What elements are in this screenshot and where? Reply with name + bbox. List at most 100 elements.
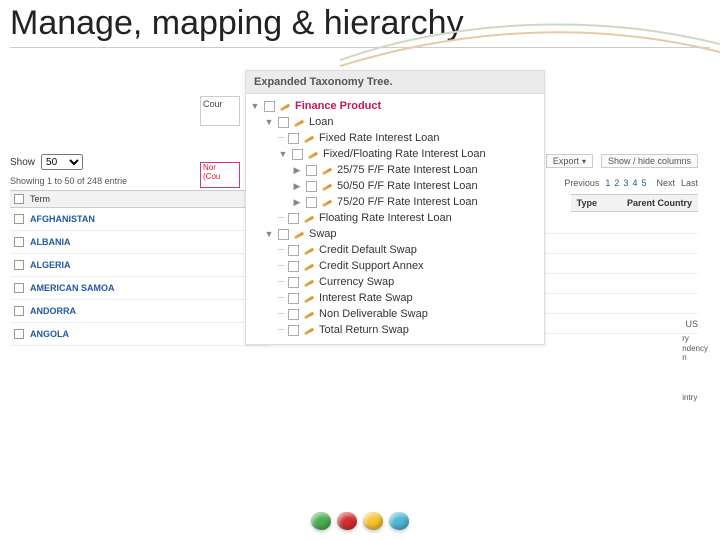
node-checkbox[interactable] bbox=[264, 101, 275, 112]
pencil-icon[interactable] bbox=[293, 228, 305, 240]
row-checkbox[interactable] bbox=[14, 214, 24, 224]
row-checkbox[interactable] bbox=[14, 329, 24, 339]
collapse-icon[interactable]: ▼ bbox=[250, 101, 260, 111]
pencil-icon[interactable] bbox=[279, 100, 291, 112]
pager-page[interactable]: 2 bbox=[614, 178, 619, 188]
pager-page[interactable]: 3 bbox=[623, 178, 628, 188]
term-cell: ANDORRA bbox=[30, 306, 76, 316]
taxonomy-tree-panel: Expanded Taxonomy Tree. ▼ Finance Produc… bbox=[245, 70, 545, 345]
pager-next[interactable]: Next bbox=[656, 178, 675, 188]
pencil-icon[interactable] bbox=[303, 260, 315, 272]
node-label: 50/50 F/F Rate Interest Loan bbox=[337, 180, 478, 192]
export-button[interactable]: Export▾ bbox=[546, 154, 593, 168]
table-row[interactable]: ANGOLA bbox=[10, 323, 270, 346]
pencil-icon[interactable] bbox=[303, 244, 315, 256]
table-row[interactable]: AMERICAN SAMOA bbox=[10, 277, 270, 300]
tree-leaf-dash: ┄ bbox=[278, 213, 284, 224]
tree-leaf-dash: ┄ bbox=[278, 293, 284, 304]
pencil-icon[interactable] bbox=[303, 212, 315, 224]
node-label: Interest Rate Swap bbox=[319, 292, 413, 304]
pencil-icon[interactable] bbox=[293, 116, 305, 128]
table-row[interactable]: ANDORRA bbox=[10, 300, 270, 323]
pager-page[interactable]: 1 bbox=[605, 178, 610, 188]
tree-node[interactable]: ▶ 75/20 F/F Rate Interest Loan bbox=[250, 194, 540, 210]
toggle-icon[interactable]: ▼ bbox=[264, 117, 274, 127]
blob-green bbox=[311, 512, 331, 530]
node-label: Total Return Swap bbox=[319, 324, 409, 336]
node-checkbox[interactable] bbox=[278, 229, 289, 240]
pager-page[interactable]: 5 bbox=[641, 178, 646, 188]
show-select[interactable]: 50 bbox=[41, 154, 83, 170]
table-row[interactable]: AFGHANISTAN bbox=[10, 208, 270, 231]
tree-node[interactable]: ▼Fixed/Floating Rate Interest Loan bbox=[250, 146, 540, 162]
toggle-icon[interactable]: ▼ bbox=[264, 229, 274, 239]
pager-last[interactable]: Last bbox=[681, 178, 698, 188]
pencil-icon[interactable] bbox=[303, 308, 315, 320]
node-checkbox[interactable] bbox=[288, 277, 299, 288]
node-checkbox[interactable] bbox=[288, 133, 299, 144]
node-checkbox[interactable] bbox=[306, 181, 317, 192]
node-checkbox[interactable] bbox=[292, 149, 303, 160]
tree-leaf-dash: ┄ bbox=[278, 261, 284, 272]
node-checkbox[interactable] bbox=[306, 197, 317, 208]
table-row[interactable]: ALBANIA bbox=[10, 231, 270, 254]
header-parent-country: Parent Country bbox=[627, 198, 692, 208]
row-checkbox[interactable] bbox=[14, 283, 24, 293]
row-checkbox[interactable] bbox=[14, 260, 24, 270]
node-checkbox[interactable] bbox=[288, 213, 299, 224]
tree-node[interactable]: ┄ Floating Rate Interest Loan bbox=[250, 210, 540, 226]
table-row[interactable]: ALGERIA bbox=[10, 254, 270, 277]
node-label: Fixed Rate Interest Loan bbox=[319, 132, 439, 144]
entries-summary: Showing 1 to 50 of 248 entrie bbox=[10, 176, 270, 186]
toggle-icon[interactable]: ▶ bbox=[292, 197, 302, 208]
tree-node[interactable]: ┄Total Return Swap bbox=[250, 322, 540, 338]
pencil-icon[interactable] bbox=[321, 196, 333, 208]
tree-node[interactable]: ▼Swap bbox=[250, 226, 540, 242]
content-stage: Cour Nor (Cou Show 50 Showing 1 to 50 of… bbox=[0, 54, 720, 454]
node-checkbox[interactable] bbox=[278, 117, 289, 128]
tree-node[interactable]: ┄Credit Default Swap bbox=[250, 242, 540, 258]
tree-node[interactable]: ┄ Interest Rate Swap bbox=[250, 290, 540, 306]
tree-node[interactable]: ▶ 50/50 F/F Rate Interest Loan bbox=[250, 178, 540, 194]
pencil-icon[interactable] bbox=[303, 292, 315, 304]
node-label: Credit Default Swap bbox=[319, 244, 417, 256]
header-checkbox[interactable] bbox=[14, 194, 24, 204]
node-label: Floating Rate Interest Loan bbox=[319, 212, 452, 224]
pencil-icon[interactable] bbox=[303, 324, 315, 336]
pencil-icon[interactable] bbox=[303, 276, 315, 288]
table-header-row: Term bbox=[10, 190, 270, 208]
tree-root-node[interactable]: ▼ Finance Product bbox=[250, 98, 540, 114]
node-checkbox[interactable] bbox=[288, 261, 299, 272]
node-label: 75/20 F/F Rate Interest Loan bbox=[337, 196, 478, 208]
node-checkbox[interactable] bbox=[288, 245, 299, 256]
pencil-icon[interactable] bbox=[321, 180, 333, 192]
node-checkbox[interactable] bbox=[288, 325, 299, 336]
node-checkbox[interactable] bbox=[306, 165, 317, 176]
node-checkbox[interactable] bbox=[288, 293, 299, 304]
tree-node[interactable]: ┄Currency Swap bbox=[250, 274, 540, 290]
node-checkbox[interactable] bbox=[288, 309, 299, 320]
chevron-down-icon: ▾ bbox=[582, 157, 586, 166]
show-hide-columns-button[interactable]: Show / hide columns bbox=[601, 154, 698, 168]
tree-node[interactable]: ┄Fixed Rate Interest Loan bbox=[250, 130, 540, 146]
tree-node[interactable]: ▶25/75 F/F Rate Interest Loan bbox=[250, 162, 540, 178]
tree-node[interactable]: ▼Loan bbox=[250, 114, 540, 130]
term-cell: ANGOLA bbox=[30, 329, 69, 339]
text-fragments: ry ndency n intry bbox=[682, 334, 708, 402]
toggle-icon[interactable]: ▶ bbox=[292, 165, 302, 176]
parent-country-cell: US bbox=[685, 319, 698, 329]
pencil-icon[interactable] bbox=[321, 164, 333, 176]
toggle-icon[interactable]: ▼ bbox=[278, 149, 288, 159]
tree-leaf-dash: ┄ bbox=[278, 277, 284, 288]
tree-node[interactable]: ┄Non Deliverable Swap bbox=[250, 306, 540, 322]
pencil-icon[interactable] bbox=[307, 148, 319, 160]
row-checkbox[interactable] bbox=[14, 237, 24, 247]
node-label: Non Deliverable Swap bbox=[319, 308, 428, 320]
pager-page[interactable]: 4 bbox=[632, 178, 637, 188]
row-checkbox[interactable] bbox=[14, 306, 24, 316]
node-label: Credit Support Annex bbox=[319, 260, 424, 272]
toggle-icon[interactable]: ▶ bbox=[292, 181, 302, 192]
tree-node[interactable]: ┄ Credit Support Annex bbox=[250, 258, 540, 274]
pager-previous[interactable]: Previous bbox=[564, 178, 599, 188]
pencil-icon[interactable] bbox=[303, 132, 315, 144]
